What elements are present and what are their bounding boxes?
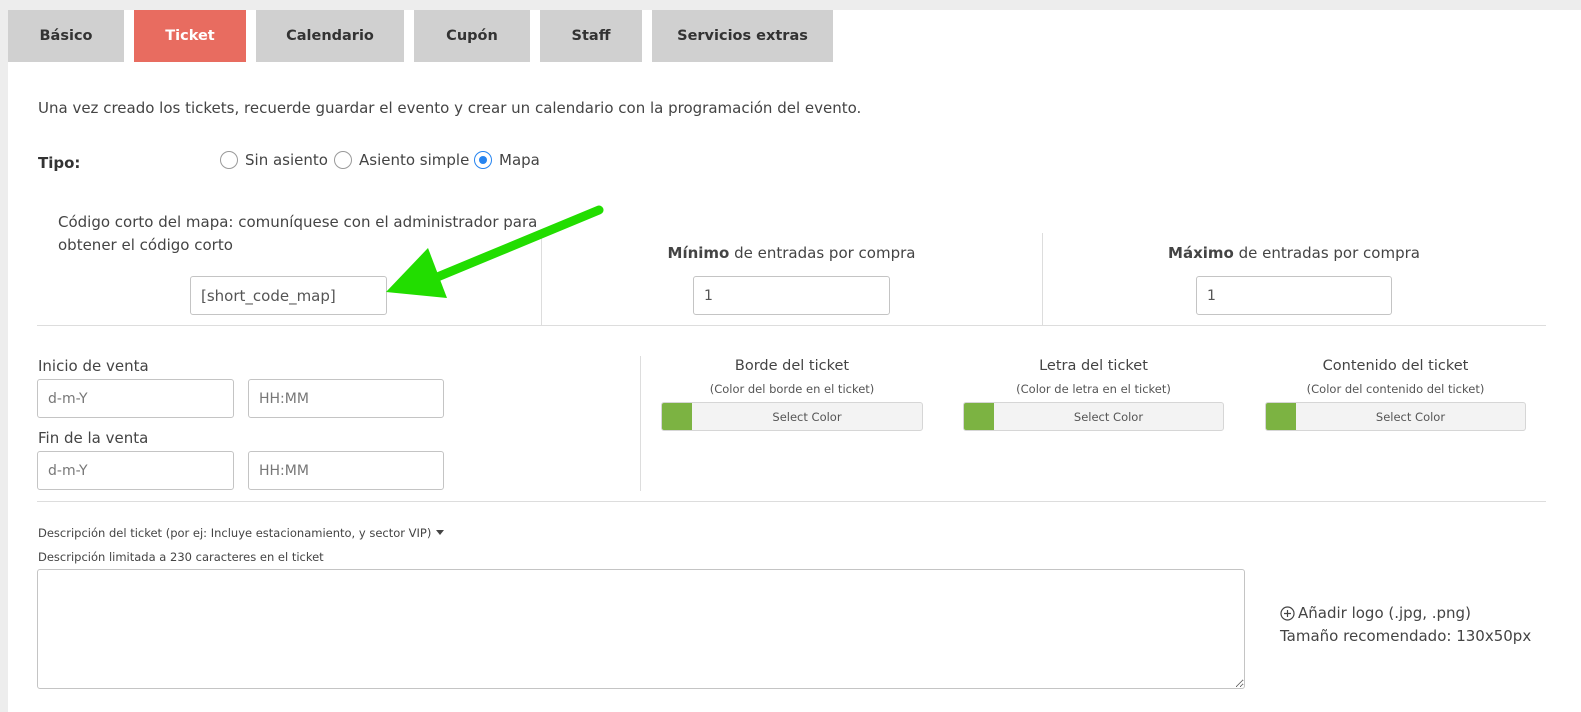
add-logo-link[interactable]: Añadir logo (.jpg, .png) [1280,604,1471,622]
border-color-title: Borde del ticket [734,358,850,374]
radio-label: Asiento simple [359,151,470,169]
description-textarea[interactable] [37,569,1245,689]
min-entries-input[interactable] [693,276,890,315]
sale-start-time-input[interactable] [248,379,444,418]
border-color-subtitle: (Color del borde en el ticket) [709,382,875,396]
radio-asiento-simple[interactable]: Asiento simple [334,151,469,169]
radio-sin-asiento[interactable]: Sin asiento [220,151,328,169]
content-color-title: Contenido del ticket [1322,358,1469,374]
max-entries-input[interactable] [1196,276,1392,315]
tab-ticket[interactable]: Ticket [134,10,246,62]
intro-text: Una vez creado los tickets, recuerde gua… [38,99,862,117]
caret-down-icon [436,530,445,535]
max-entries-bold: Máximo [1168,244,1234,262]
color-swatch [662,403,692,430]
map-short-code-input[interactable] [190,276,387,315]
logo-size-note: Tamaño recomendado: 130x50px [1280,627,1532,645]
description-toggle[interactable]: Descripción del ticket (por ej: Incluye … [38,526,445,540]
description-limit-note: Descripción limitada a 230 caracteres en… [38,550,324,564]
border-color-picker[interactable]: Select Color [661,402,923,431]
tab-servicios-extras[interactable]: Servicios extras [652,10,833,62]
sale-end-time-input[interactable] [248,451,444,490]
radio-label: Sin asiento [245,151,328,169]
plus-circle-icon [1280,605,1295,621]
map-code-label-line2: obtener el código corto [58,236,233,254]
radio-label: Mapa [499,151,540,169]
content-color-picker[interactable]: Select Color [1265,402,1526,431]
min-entries-rest: de entradas por compra [729,244,916,262]
max-entries-label: Máximo de entradas por compra [1042,244,1546,262]
sale-start-label: Inicio de venta [38,357,149,375]
select-color-label: Select Color [772,409,842,424]
color-swatch [1266,403,1296,430]
sale-end-label: Fin de la venta [38,429,149,447]
tab-staff[interactable]: Staff [540,10,642,62]
annotation-arrow-icon [386,205,604,298]
tab-cupon[interactable]: Cupón [414,10,530,62]
min-entries-bold: Mínimo [667,244,730,262]
select-color-label: Select Color [1073,409,1144,424]
color-swatch [964,403,994,430]
font-color-picker[interactable]: Select Color [963,402,1224,431]
radio-circle[interactable] [220,151,238,169]
radio-mapa[interactable]: Mapa [474,151,540,169]
select-color-label: Select Color [1375,409,1446,424]
description-label: Descripción del ticket (por ej: Incluye … [38,526,432,540]
tab-basico[interactable]: Básico [8,10,124,62]
sale-end-date-input[interactable] [37,451,234,490]
radio-circle-checked[interactable] [474,151,492,169]
content-color-subtitle: (Color del contenido del ticket) [1306,382,1485,396]
sale-start-date-input[interactable] [37,379,234,418]
divider [640,356,641,491]
font-color-subtitle: (Color de letra en el ticket) [1016,382,1171,396]
font-color-title: Letra del ticket [1039,358,1148,374]
add-logo-label: Añadir logo (.jpg, .png) [1298,604,1471,622]
min-entries-label: Mínimo de entradas por compra [541,244,1042,262]
max-entries-rest: de entradas por compra [1233,244,1420,262]
section-divider [37,501,1546,502]
tab-calendario[interactable]: Calendario [256,10,404,62]
radio-circle[interactable] [334,151,352,169]
tipo-label: Tipo: [38,154,81,172]
section-divider [37,325,1546,326]
